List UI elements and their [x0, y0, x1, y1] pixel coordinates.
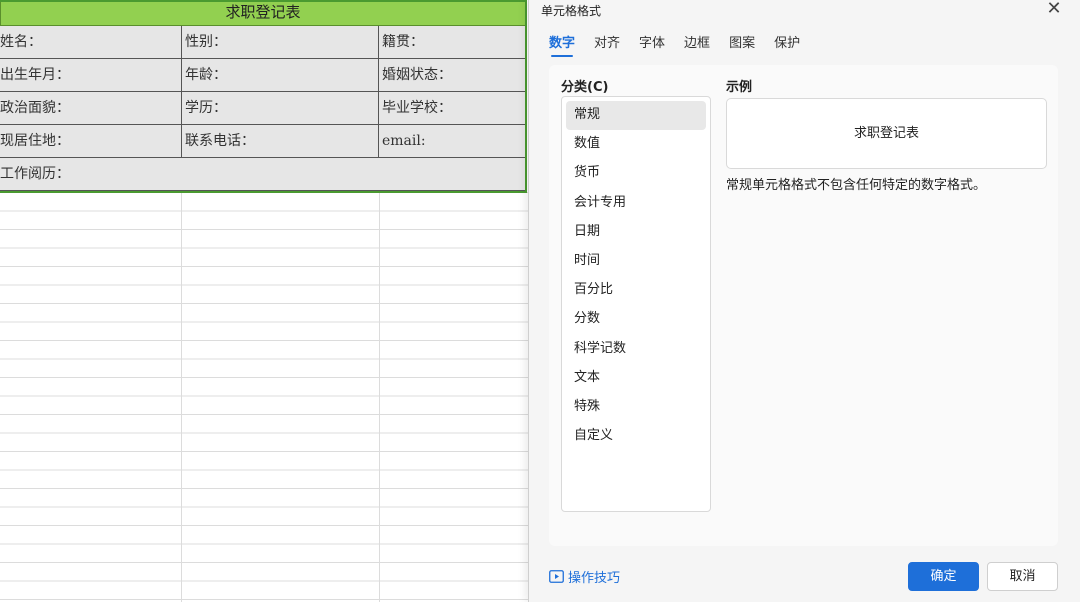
category-item-date[interactable]: 日期	[566, 218, 706, 247]
cell-age[interactable]: 年龄：	[182, 59, 379, 91]
sample-label: 示例	[726, 80, 753, 95]
close-icon[interactable]: ✕	[1044, 0, 1064, 20]
cell-education[interactable]: 学历：	[182, 92, 379, 124]
tips-link[interactable]: 操作技巧	[549, 567, 620, 586]
tab-pattern[interactable]: 图案	[729, 30, 755, 57]
cell-name[interactable]: 姓名：	[0, 26, 182, 58]
sample-preview: 求职登记表	[726, 98, 1047, 169]
tab-number[interactable]: 数字	[549, 30, 575, 57]
category-item-custom[interactable]: 自定义	[566, 422, 706, 451]
ok-button[interactable]: 确定	[908, 562, 979, 591]
category-item-percentage[interactable]: 百分比	[566, 276, 706, 305]
cell-hometown[interactable]: 籍贯：	[379, 26, 526, 58]
cell-email[interactable]: email:	[379, 125, 526, 157]
category-item-general[interactable]: 常规	[566, 101, 706, 131]
form-title-cell[interactable]: 求职登记表	[0, 0, 526, 26]
format-description: 常规单元格格式不包含任何特定的数字格式。	[726, 178, 987, 193]
cell-phone[interactable]: 联系电话：	[182, 125, 379, 157]
category-item-special[interactable]: 特殊	[566, 393, 706, 422]
tab-font[interactable]: 字体	[639, 30, 665, 57]
category-item-scientific[interactable]: 科学记数	[566, 335, 706, 364]
number-tab-panel: 分类(C) 常规 数值 货币 会计专用 日期 时间 百分比 分数 科学记数 文本…	[549, 65, 1058, 546]
tab-protection[interactable]: 保护	[774, 30, 800, 57]
category-item-number[interactable]: 数值	[566, 130, 706, 159]
dialog-tabs: 数字 对齐 字体 边框 图案 保护	[549, 30, 819, 57]
category-item-fraction[interactable]: 分数	[566, 305, 706, 334]
cell-gender[interactable]: 性别：	[182, 26, 379, 58]
cell-address[interactable]: 现居住地：	[0, 125, 182, 157]
cell-marital-status[interactable]: 婚姻状态：	[379, 59, 526, 91]
cell-birth-date[interactable]: 出生年月：	[0, 59, 182, 91]
form-row: 出生年月： 年龄： 婚姻状态：	[0, 59, 526, 92]
cell-work-history[interactable]: 工作阅历：	[0, 158, 526, 190]
category-item-time[interactable]: 时间	[566, 247, 706, 276]
cell-school[interactable]: 毕业学校：	[379, 92, 526, 124]
empty-grid	[0, 192, 535, 602]
cancel-button[interactable]: 取消	[987, 562, 1058, 591]
category-label: 分类(C)	[561, 80, 609, 95]
tab-alignment[interactable]: 对齐	[594, 30, 620, 57]
tips-label: 操作技巧	[568, 571, 621, 586]
job-form-table: 求职登记表 姓名： 性别： 籍贯： 出生年月： 年龄： 婚姻状态： 政治面貌： …	[0, 0, 526, 191]
form-row: 政治面貌： 学历： 毕业学校：	[0, 92, 526, 125]
category-item-currency[interactable]: 货币	[566, 159, 706, 188]
form-row: 姓名： 性别： 籍贯：	[0, 26, 526, 59]
form-row: 工作阅历：	[0, 158, 526, 191]
spreadsheet-area: 求职登记表 姓名： 性别： 籍贯： 出生年月： 年龄： 婚姻状态： 政治面貌： …	[0, 0, 535, 602]
dialog-title: 单元格格式	[541, 4, 602, 18]
category-item-text[interactable]: 文本	[566, 364, 706, 393]
form-row: 现居住地： 联系电话： email:	[0, 125, 526, 158]
category-list[interactable]: 常规 数值 货币 会计专用 日期 时间 百分比 分数 科学记数 文本 特殊 自定…	[561, 96, 711, 512]
cell-political-status[interactable]: 政治面貌：	[0, 92, 182, 124]
tab-border[interactable]: 边框	[684, 30, 710, 57]
play-icon	[549, 570, 564, 583]
format-cells-dialog: 单元格格式 ✕ 数字 对齐 字体 边框 图案 保护 分类(C) 常规 数值 货币…	[528, 0, 1080, 602]
category-item-accounting[interactable]: 会计专用	[566, 189, 706, 218]
